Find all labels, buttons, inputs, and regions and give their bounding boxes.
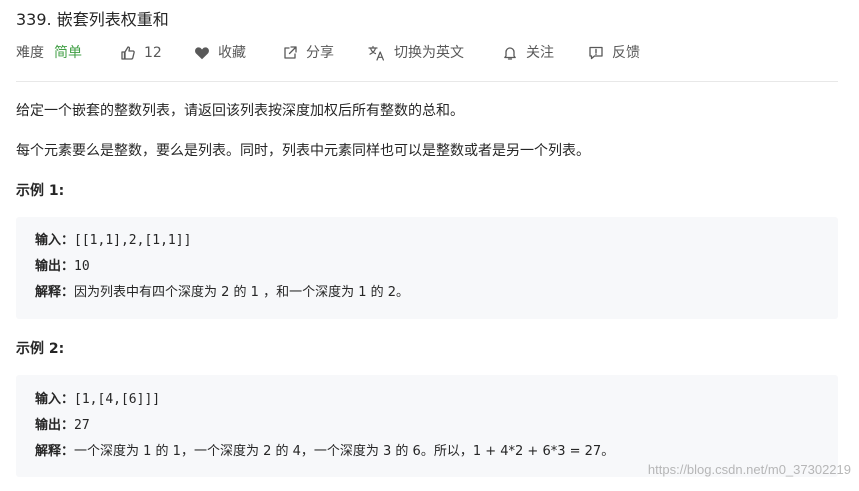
description-paragraph: 给定一个嵌套的整数列表，请返回该列表按深度加权后所有整数的总和。 xyxy=(16,103,464,119)
favorite-button[interactable]: 收藏 xyxy=(194,42,246,64)
follow-label: 关注 xyxy=(526,45,554,61)
watermark: https://blog.csdn.net/m0_37302219 xyxy=(647,462,851,477)
input-value: [1,[4,[6]]] xyxy=(74,392,161,407)
problem-title: 339. 嵌套列表权重和 xyxy=(16,10,169,29)
output-label: 输出： xyxy=(35,259,75,274)
example-input: 输入：[1,[4,[6]]] xyxy=(35,390,160,410)
problem-meta-bar: 难度 简单 12 收藏 分享 切换为英文 关注 反馈 xyxy=(16,42,838,64)
example-output: 输出：27 xyxy=(35,416,90,436)
example-block: 输入：[[1,1],2,[1,1]] 输出：10 解释：因为列表中有四个深度为 … xyxy=(16,217,838,319)
explain-label: 解释： xyxy=(35,285,75,300)
explain-value: 一个深度为 1 的 1，一个深度为 2 的 4，一个深度为 3 的 6。所以，1… xyxy=(74,444,615,459)
switch-language-button[interactable]: 切换为英文 xyxy=(368,42,464,64)
share-button[interactable]: 分享 xyxy=(282,42,334,64)
difficulty-badge: 简单 xyxy=(54,45,82,61)
explain-value: 因为列表中有四个深度为 2 的 1 ，和一个深度为 1 的 2。 xyxy=(74,285,410,300)
like-count: 12 xyxy=(144,45,162,61)
follow-button[interactable]: 关注 xyxy=(502,42,554,64)
input-label: 输入： xyxy=(35,233,75,248)
output-label: 输出： xyxy=(35,418,75,433)
favorite-label: 收藏 xyxy=(218,45,246,61)
feedback-icon xyxy=(589,46,603,60)
explain-label: 解释： xyxy=(35,444,75,459)
share-icon xyxy=(284,46,297,59)
feedback-label: 反馈 xyxy=(612,45,640,61)
example-heading: 示例 1: xyxy=(16,183,65,199)
description-paragraph: 每个元素要么是整数，要么是列表。同时，列表中元素同样也可以是整数或者是另一个列表… xyxy=(16,143,590,159)
example-explanation: 解释：因为列表中有四个深度为 2 的 1 ，和一个深度为 1 的 2。 xyxy=(35,283,409,303)
input-value: [[1,1],2,[1,1]] xyxy=(74,233,192,248)
translate-icon xyxy=(368,45,384,61)
switch-language-label: 切换为英文 xyxy=(394,45,464,61)
example-output: 输出：10 xyxy=(35,257,90,277)
share-label: 分享 xyxy=(306,45,334,61)
thumbs-up-icon xyxy=(121,46,135,60)
example-explanation: 解释：一个深度为 1 的 1，一个深度为 2 的 4，一个深度为 3 的 6。所… xyxy=(35,442,614,462)
like-button[interactable]: 12 xyxy=(120,42,162,64)
output-value: 10 xyxy=(74,259,90,274)
header-divider xyxy=(16,81,838,82)
input-label: 输入： xyxy=(35,392,75,407)
bell-icon xyxy=(504,47,516,60)
example-heading: 示例 2: xyxy=(16,341,65,357)
output-value: 27 xyxy=(74,418,90,433)
difficulty-label: 难度 xyxy=(16,45,44,61)
difficulty: 难度 简单 xyxy=(16,42,82,64)
heart-icon xyxy=(195,47,209,60)
feedback-button[interactable]: 反馈 xyxy=(588,42,640,64)
example-input: 输入：[[1,1],2,[1,1]] xyxy=(35,231,191,251)
